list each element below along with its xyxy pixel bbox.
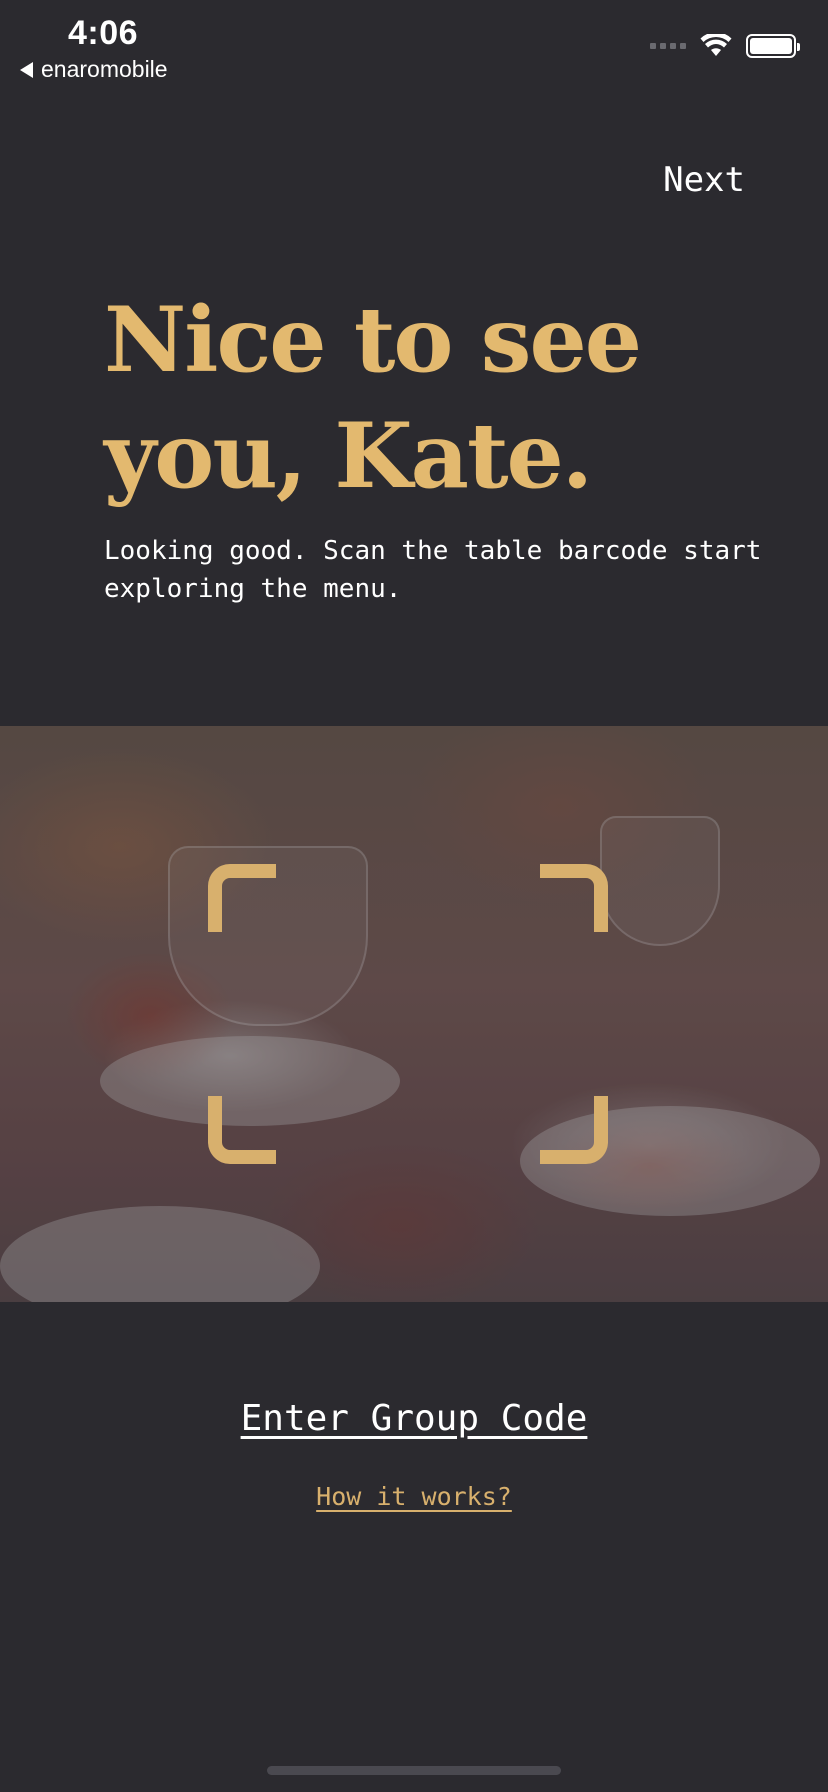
wifi-icon [700, 34, 732, 56]
how-it-works-link[interactable]: How it works? [0, 1482, 828, 1511]
battery-icon [746, 34, 800, 58]
scan-corner-bottom-right [540, 1096, 608, 1164]
back-app-label: enaromobile [41, 56, 168, 82]
welcome-title: Nice to see you, Kate. [104, 287, 642, 509]
back-caret-icon [20, 61, 33, 78]
back-to-app-link[interactable]: enaromobile [20, 56, 168, 83]
welcome-subtitle: Looking good. Scan the table barcode sta… [104, 536, 762, 604]
scan-corner-top-right [540, 864, 608, 932]
next-button[interactable]: Next [663, 160, 745, 200]
enter-group-code-link[interactable]: Enter Group Code [0, 1398, 828, 1439]
status-time: 4:06 [68, 14, 139, 52]
cellular-signal-icon [650, 43, 686, 49]
scan-corner-bottom-left [208, 1096, 276, 1164]
scan-corner-top-left [208, 864, 276, 932]
scan-frame-icon [208, 864, 608, 1164]
status-indicators [650, 34, 800, 58]
home-indicator[interactable] [267, 1766, 561, 1775]
